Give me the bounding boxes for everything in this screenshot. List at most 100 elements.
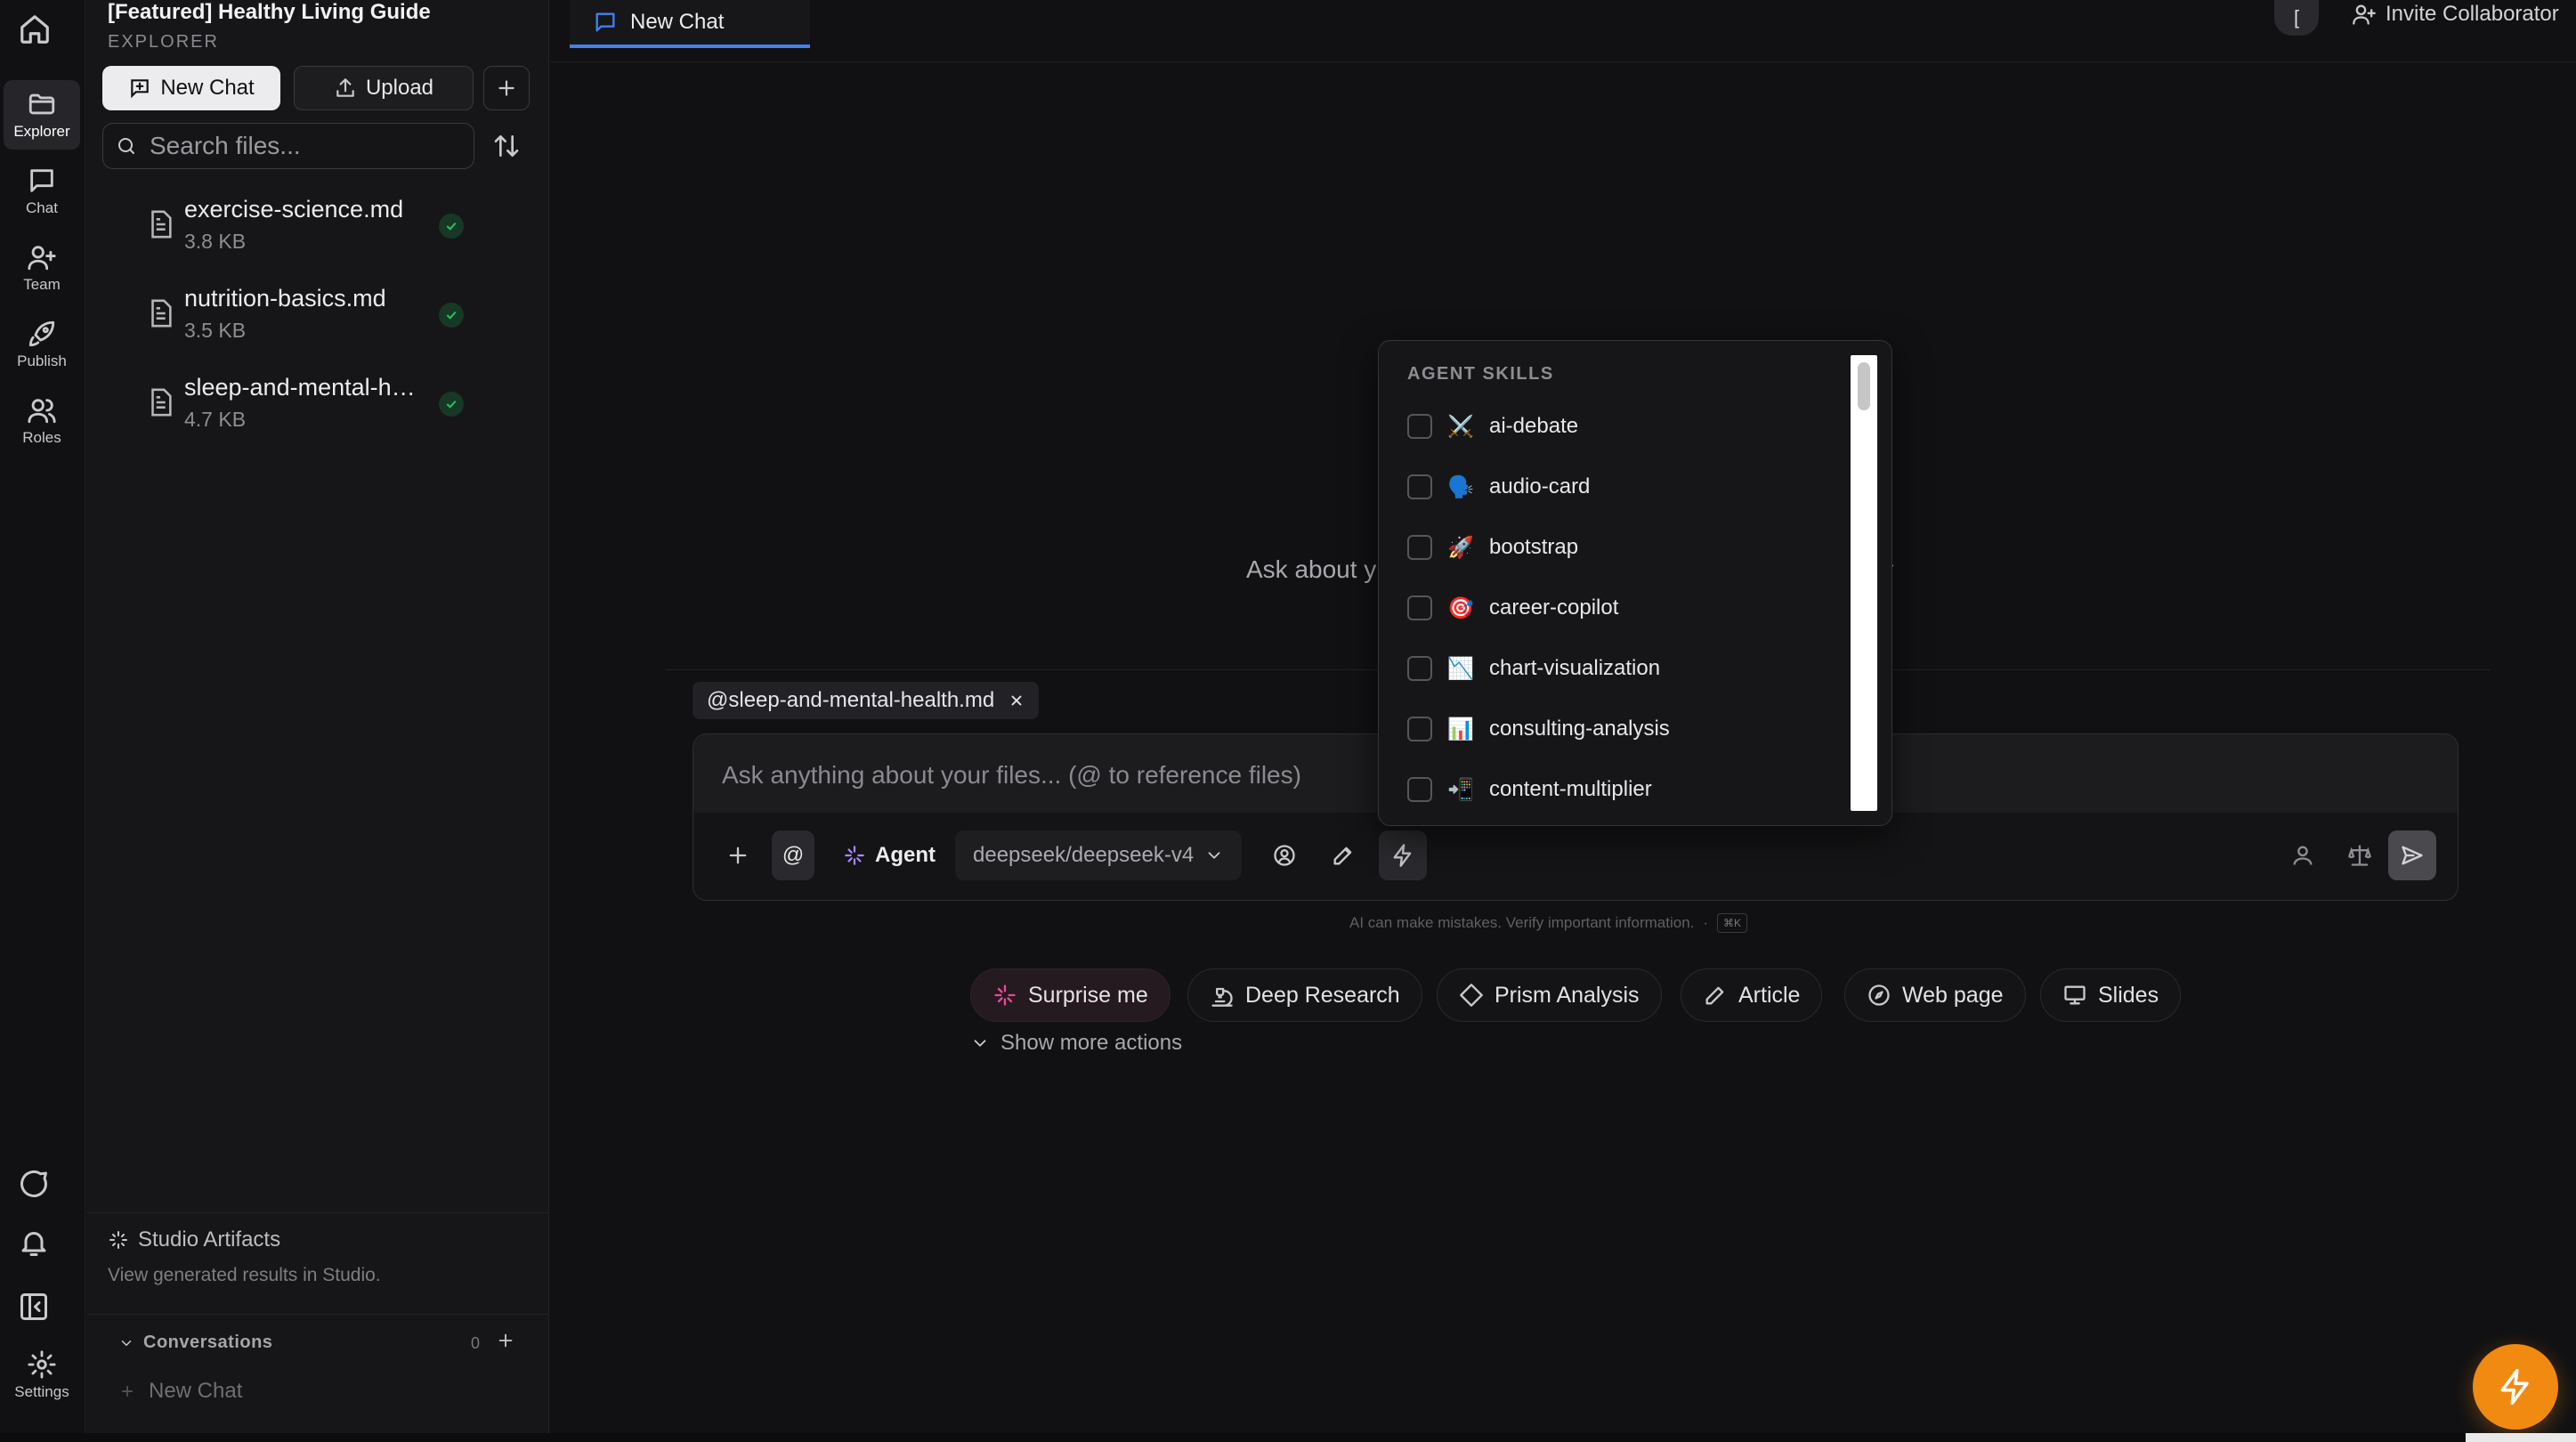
file-reference-chip[interactable]: @sleep-and-mental-health.md	[693, 682, 1040, 719]
rail-item-publish[interactable]: Publish	[4, 310, 80, 379]
rail-item-roles[interactable]: Roles	[4, 386, 80, 456]
skill-label: consulting-analysis	[1489, 717, 1670, 741]
file-name: sleep-and-mental-health.md	[184, 374, 425, 401]
avatar[interactable]: [	[2274, 0, 2319, 36]
close-icon[interactable]	[1009, 693, 1025, 709]
attach-button[interactable]	[717, 830, 759, 880]
skills-button[interactable]	[1379, 830, 1427, 880]
rocket-icon: 🚀	[1447, 535, 1474, 560]
surprise-me-button[interactable]: Surprise me	[970, 968, 1171, 1022]
search-input[interactable]: Search files...	[102, 123, 474, 169]
search-icon	[118, 138, 134, 154]
skill-checkbox[interactable]	[1407, 414, 1432, 439]
conversations-toggle[interactable]: Conversations	[118, 1333, 272, 1353]
mention-button[interactable]: @	[772, 830, 814, 880]
send-icon	[2402, 846, 2423, 865]
web-page-button[interactable]: Web page	[1844, 968, 2026, 1022]
feedback-icon[interactable]	[18, 1168, 50, 1200]
disclaimer-text: AI can make mistakes. Verify important i…	[1349, 914, 1695, 931]
file-item[interactable]: nutrition-basics.md 3.5 KB	[145, 279, 501, 351]
left-rail: Explorer Chat Team Publish Roles Setting…	[0, 0, 85, 1442]
sort-icon[interactable]	[492, 132, 521, 160]
chevron-down-icon	[974, 1040, 986, 1047]
model-label: deepseek/deepseek-v4	[973, 843, 1195, 867]
deep-research-button[interactable]: Deep Research	[1187, 968, 1422, 1022]
show-more-actions[interactable]: Show more actions	[970, 1031, 1182, 1056]
home-icon[interactable]	[18, 12, 52, 46]
skill-item[interactable]: 🗣️ audio-card	[1407, 462, 1835, 512]
skill-checkbox[interactable]	[1407, 595, 1432, 620]
folder-icon	[28, 93, 55, 115]
edit-button[interactable]	[1322, 830, 1365, 880]
skill-checkbox[interactable]	[1407, 717, 1432, 741]
add-button[interactable]	[483, 66, 530, 110]
conversations-section: Conversations 0 New Chat	[86, 1314, 549, 1433]
conversation-item[interactable]: New Chat	[118, 1379, 242, 1404]
agent-skills-dropdown: AGENT SKILLS ⚔️ ai-debate 🗣️ audio-card …	[1378, 340, 1892, 826]
action-label: Deep Research	[1245, 982, 1400, 1008]
agent-mode-button[interactable]: Agent	[836, 830, 943, 880]
check-icon	[439, 214, 464, 239]
model-select[interactable]: deepseek/deepseek-v4	[955, 830, 1243, 880]
conversations-label: Conversations	[143, 1333, 273, 1352]
bottom-strip-right	[2466, 1433, 2576, 1442]
persona-button[interactable]	[1263, 830, 1306, 880]
skill-item[interactable]: 🎯 career-copilot	[1407, 583, 1835, 633]
article-button[interactable]: Article	[1681, 968, 1823, 1022]
scale-icon[interactable]	[2338, 830, 2381, 880]
mobile-arrow-icon: 📲	[1447, 777, 1474, 802]
skill-item[interactable]: 📊 consulting-analysis	[1407, 704, 1835, 754]
new-chat-button[interactable]: New Chat	[102, 66, 280, 110]
quick-action-fab[interactable]	[2473, 1344, 2558, 1430]
upload-label: Upload	[365, 76, 434, 100]
add-conversation-icon[interactable]	[496, 1331, 515, 1350]
users-icon	[28, 399, 56, 424]
check-icon	[439, 303, 464, 328]
studio-title: Studio Artifacts	[138, 1227, 281, 1252]
file-item[interactable]: exercise-science.md 3.8 KB	[145, 190, 501, 262]
target-icon: 🎯	[1447, 595, 1474, 620]
invite-collaborator-button[interactable]: Invite Collaborator	[2352, 2, 2559, 27]
skill-checkbox[interactable]	[1407, 474, 1432, 499]
skill-item[interactable]: 📉 chart-visualization	[1407, 644, 1835, 693]
skill-item[interactable]: 🚀 bootstrap	[1407, 523, 1835, 572]
file-icon	[151, 210, 172, 239]
prism-analysis-button[interactable]: Prism Analysis	[1437, 968, 1662, 1022]
show-more-label: Show more actions	[1000, 1031, 1183, 1055]
skill-checkbox[interactable]	[1407, 656, 1432, 681]
tab-new-chat[interactable]: New Chat	[570, 0, 810, 48]
skill-item[interactable]: ⚔️ ai-debate	[1407, 401, 1835, 451]
skill-checkbox[interactable]	[1407, 535, 1432, 560]
bell-icon[interactable]	[18, 1227, 50, 1259]
skill-checkbox[interactable]	[1407, 777, 1432, 802]
user-circle-icon	[1274, 845, 1295, 866]
rail-item-chat[interactable]: Chat	[4, 157, 80, 226]
file-name: exercise-science.md	[184, 196, 404, 223]
disclaimer: AI can make mistakes. Verify important i…	[1349, 913, 1748, 933]
slides-button[interactable]: Slides	[2040, 968, 2182, 1022]
file-size: 3.5 KB	[184, 319, 247, 342]
rail-item-settings[interactable]: Settings	[4, 1335, 80, 1415]
pencil-icon	[1333, 847, 1352, 865]
user-icon[interactable]	[2281, 830, 2324, 880]
presentation-icon	[2064, 985, 2086, 1005]
scrollbar[interactable]	[1851, 355, 1877, 811]
send-button[interactable]	[2388, 830, 2436, 880]
scrollbar-thumb[interactable]	[1858, 362, 1870, 410]
skill-label: content-multiplier	[1489, 777, 1652, 801]
add-user-icon	[2353, 4, 2376, 25]
rail-item-explorer[interactable]: Explorer	[4, 80, 80, 150]
rail-item-team[interactable]: Team	[4, 233, 80, 303]
rail-item-label: Settings	[14, 1383, 69, 1400]
conversation-item-label: New Chat	[149, 1379, 243, 1403]
empty-state-hint: Ask about y	[1246, 555, 1377, 583]
microscope-icon	[1211, 987, 1233, 1007]
collapse-sidebar-icon[interactable]	[18, 1291, 50, 1323]
rail-item-label: Chat	[26, 199, 58, 216]
agent-label: Agent	[875, 843, 936, 867]
upload-button[interactable]: Upload	[294, 66, 474, 110]
file-item[interactable]: sleep-and-mental-health.md 4.7 KB	[145, 369, 501, 440]
skill-item[interactable]: 📲 content-multiplier	[1407, 765, 1835, 814]
studio-subtitle: View generated results in Studio.	[108, 1265, 381, 1285]
studio-artifacts[interactable]: Studio Artifacts View generated results …	[86, 1212, 549, 1301]
